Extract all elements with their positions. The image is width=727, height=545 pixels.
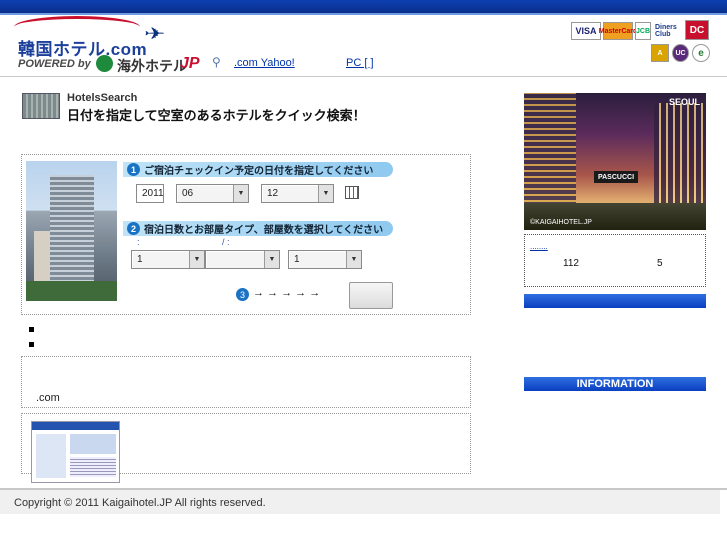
search-title-en: HotelsSearch [67, 92, 138, 104]
checkin-month-select[interactable]: 06 ▼ [176, 184, 249, 203]
day-value: 12 [267, 188, 279, 199]
hotel-count: 112 [563, 258, 579, 269]
dc-card-icon: DC [685, 20, 709, 40]
step1-banner: 1 ご宿泊チェックイン予定の日付を指定してください [123, 162, 393, 177]
rooms-hint: / : [222, 237, 230, 247]
step3-number: 3 [236, 288, 249, 301]
link-icon: ⚲ [212, 55, 221, 69]
chevron-down-icon: ▼ [318, 185, 333, 202]
promo-thumbnail[interactable] [31, 421, 120, 483]
info-text: .com [36, 392, 60, 404]
info-panel [21, 356, 471, 408]
pc-link[interactable]: PC [ ] [346, 57, 374, 69]
copyright-text: Copyright © 2011 Kaigaihotel.JP All righ… [14, 497, 266, 509]
calendar-icon[interactable] [345, 186, 359, 199]
count-link[interactable]: ........ [530, 242, 548, 251]
sidebar-section-bar [524, 294, 706, 308]
top-bar [0, 0, 727, 13]
chevron-down-icon: ▼ [264, 251, 279, 268]
uc-card-icon: UC [672, 44, 689, 62]
bullet-icon [29, 327, 34, 332]
chevron-down-icon: ▼ [189, 251, 204, 268]
visa-card-icon: VISA [571, 22, 601, 40]
step2-banner: 2 宿泊日数とお部屋タイプ、部屋数を選択してください [123, 221, 393, 236]
checkin-day-select[interactable]: 12 ▼ [261, 184, 334, 203]
count-secondary: 5 [657, 258, 663, 269]
diners-card-icon: Diners Club [655, 20, 683, 42]
yahoo-link[interactable]: .com Yahoo! [234, 57, 295, 69]
step1-number: 1 [127, 163, 140, 176]
hotel-photo [26, 161, 117, 301]
rooms-value: 1 [294, 254, 300, 265]
hotel-count-panel [524, 234, 706, 287]
nights-select[interactable]: 1 ▼ [131, 250, 205, 269]
top-bar-stripe [0, 13, 727, 15]
rooms-select[interactable]: 1 ▼ [288, 250, 362, 269]
plane-icon: ✈ [143, 26, 166, 43]
checkin-year-input[interactable]: 2011 [136, 184, 164, 203]
powered-by: POWERED by [18, 58, 91, 70]
month-value: 06 [182, 188, 194, 199]
nights-value: 1 [137, 254, 143, 265]
chevron-down-icon: ▼ [233, 185, 248, 202]
step2-number: 2 [127, 222, 140, 235]
jcb-card-icon: JCB [635, 22, 651, 40]
step2-label: 宿泊日数とお部屋タイプ、部屋数を選択してください [144, 225, 384, 236]
bullet-icon [29, 342, 34, 347]
hotel-search-icon [22, 93, 60, 119]
room-type-select[interactable]: ▼ [205, 250, 280, 269]
e-card-icon: e [692, 44, 710, 62]
step3-arrows: → → → → → [253, 287, 321, 299]
photo-sign: PASCUCCI [594, 171, 638, 183]
photo-title: SEOUL [668, 97, 700, 107]
information-header: INFORMATION [524, 377, 706, 391]
chevron-down-icon: ▼ [346, 251, 361, 268]
kaigai-logo-text[interactable]: 海外ホテル [117, 56, 187, 76]
seoul-photo[interactable]: PASCUCCI SEOUL ©KAIGAIHOTEL.JP [524, 93, 706, 230]
kaigai-logo-icon [96, 55, 113, 72]
kaigai-logo-jp[interactable]: JP [180, 55, 200, 73]
a-card-icon: A [651, 44, 669, 62]
mastercard-icon: MasterCard [599, 22, 637, 40]
nights-hint: : [137, 237, 140, 247]
search-title: 日付を指定して空室のあるホテルをクイック検索！ [67, 108, 366, 123]
search-button[interactable] [349, 282, 393, 309]
header-divider [0, 76, 727, 77]
photo-watermark: ©KAIGAIHOTEL.JP [530, 219, 592, 226]
step1-label: ご宿泊チェックイン予定の日付を指定してください [144, 166, 374, 177]
